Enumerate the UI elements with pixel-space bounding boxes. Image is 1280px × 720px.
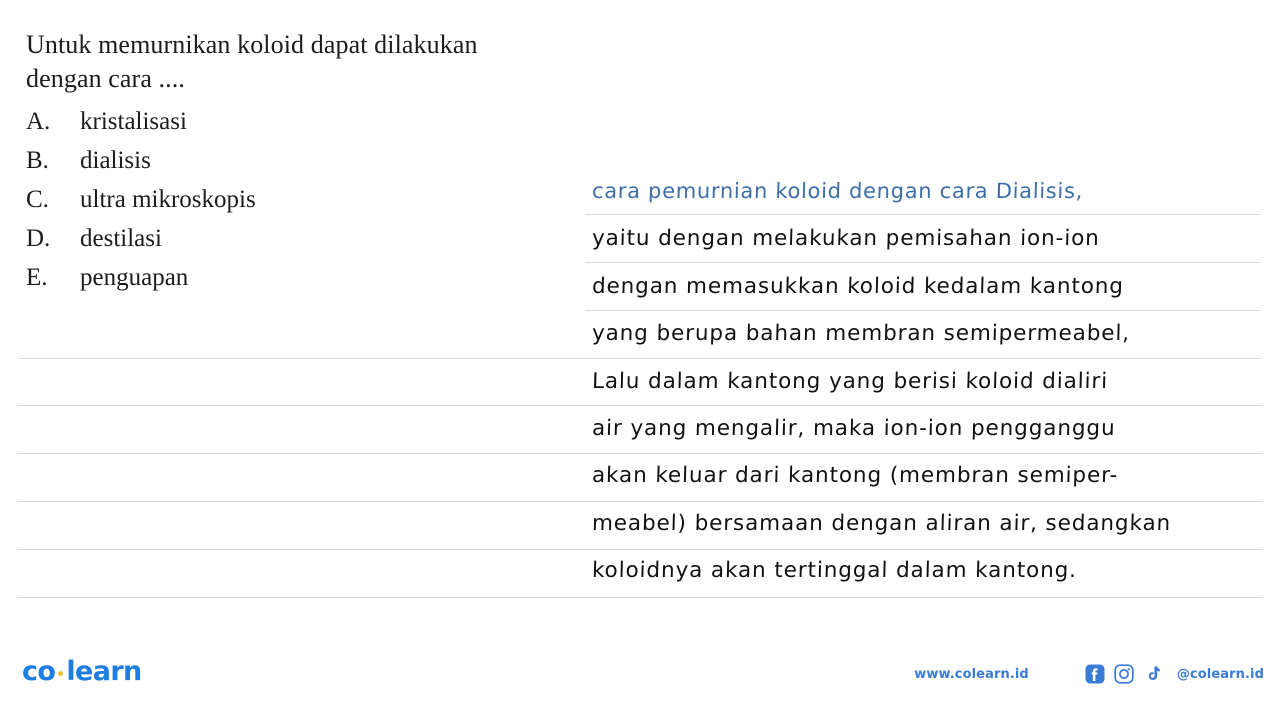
option-row-c[interactable]: C. ultra mikroskopis <box>26 180 626 219</box>
page-footer: co learn www.colearn.id @colearn.id <box>0 634 1280 720</box>
answer-line: yang berupa bahan membran semipermeabel, <box>591 321 1131 347</box>
answer-line: meabel) bersamaan dengan aliran air, sed… <box>591 510 1172 536</box>
option-letter: C. <box>26 186 49 213</box>
answer-line: koloidnya akan tertinggal dalam kantong. <box>591 558 1078 584</box>
answer-line: yaitu dengan melakukan pemisahan ion-ion <box>591 226 1101 252</box>
option-letter: E. <box>26 264 48 291</box>
option-text: dialisis <box>80 147 151 174</box>
tiktok-icon[interactable] <box>1143 664 1163 684</box>
answer-line: dengan memasukkan koloid kedalam kantong <box>591 273 1125 299</box>
answer-line: air yang mengalir, maka ion-ion penggang… <box>591 415 1116 441</box>
question-stem: Untuk memurnikan koloid dapat dilakukan … <box>26 28 626 96</box>
colearn-logo[interactable]: co learn <box>22 656 142 687</box>
answer-line: Lalu dalam kantong yang berisi koloid di… <box>591 368 1109 394</box>
option-text: ultra mikroskopis <box>80 186 256 213</box>
option-row-b[interactable]: B. dialisis <box>26 141 626 180</box>
answer-line: cara pemurnian koloid dengan cara Dialis… <box>591 179 1084 203</box>
question-stem-line: Untuk memurnikan koloid dapat dilakukan <box>26 30 478 59</box>
question-stem-line: dengan cara .... <box>26 64 185 93</box>
instagram-icon[interactable] <box>1114 664 1134 684</box>
option-letter: D. <box>26 225 51 252</box>
option-text: penguapan <box>80 264 189 291</box>
option-row-e[interactable]: E. penguapan <box>26 258 626 297</box>
website-url[interactable]: www.colearn.id <box>914 667 1029 682</box>
option-letter: A. <box>26 108 51 135</box>
question-block: Untuk memurnikan koloid dapat dilakukan … <box>26 28 626 297</box>
answer-line: akan keluar dari kantong (membran semipe… <box>591 463 1119 489</box>
logo-text-learn: learn <box>66 656 142 687</box>
footer-links: www.colearn.id @colearn.id <box>914 664 1264 684</box>
option-row-d[interactable]: D. destilasi <box>26 219 626 258</box>
answer-options-list: A. kristalisasi B. dialisis C. ultra mik… <box>26 102 626 297</box>
logo-dot-icon <box>58 671 64 676</box>
option-row-a[interactable]: A. kristalisasi <box>26 102 626 141</box>
facebook-icon[interactable] <box>1085 664 1105 684</box>
option-text: kristalisasi <box>80 108 187 135</box>
social-handle[interactable]: @colearn.id <box>1177 667 1264 682</box>
rule-line <box>18 597 1262 598</box>
option-text: destilasi <box>80 225 162 252</box>
handwritten-answer-block: cara pemurnian koloid dengan cara Dialis… <box>592 168 1280 595</box>
logo-text-co: co <box>22 656 56 687</box>
option-letter: B. <box>26 147 49 174</box>
